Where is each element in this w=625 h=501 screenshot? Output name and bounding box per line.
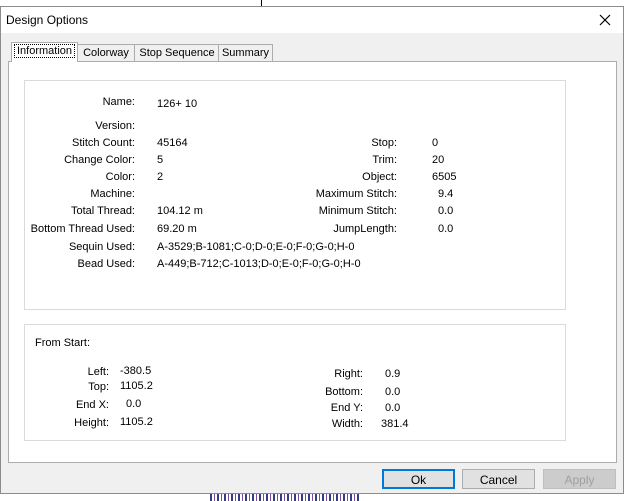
stitch-count-value: 45164 xyxy=(157,137,188,149)
close-icon xyxy=(599,14,611,26)
color-value: 2 xyxy=(157,171,164,183)
design-info-group: Name: 126+ 10 Version: Stitch Count: 451… xyxy=(24,80,566,310)
end-y-value: 0.0 xyxy=(385,402,401,414)
jump-length-label: JumpLength: xyxy=(333,223,397,235)
tab-stop-sequence[interactable]: Stop Sequence xyxy=(134,44,220,61)
color-label: Color: xyxy=(105,171,135,183)
information-panel: Name: 126+ 10 Version: Stitch Count: 451… xyxy=(8,61,617,463)
sequin-used-value: A-3529;B-1081;C-0;D-0;E-0;F-0;G-0;H-0 xyxy=(157,241,355,253)
maximum-stitch-label: Maximum Stitch: xyxy=(315,188,397,200)
total-thread-value: 104.12 m xyxy=(157,205,203,217)
top-label: Top: xyxy=(88,381,109,393)
width-value: 381.4 xyxy=(381,418,409,430)
background-embroidery-preview xyxy=(210,494,360,501)
bottom-label: Bottom: xyxy=(325,386,363,398)
ok-button[interactable]: Ok xyxy=(382,469,455,489)
dialog-title: Design Options xyxy=(6,13,89,27)
name-value: 126+ 10 xyxy=(157,98,198,110)
close-button[interactable] xyxy=(595,10,615,30)
sequin-used-label: Sequin Used: xyxy=(68,241,135,253)
tab-information[interactable]: Information xyxy=(11,42,78,62)
cancel-button[interactable]: Cancel xyxy=(462,469,535,489)
left-value: -380.5 xyxy=(120,365,152,377)
object-value: 6505 xyxy=(432,171,457,183)
end-x-value: 0.0 xyxy=(126,398,142,410)
tab-summary[interactable]: Summary xyxy=(218,44,273,61)
left-label: Left: xyxy=(87,366,109,378)
bottom-thread-value: 69.20 m xyxy=(157,223,197,235)
end-y-label: End Y: xyxy=(330,402,363,414)
bottom-value: 0.0 xyxy=(385,386,401,398)
object-label: Object: xyxy=(362,171,397,183)
title-bar: Design Options xyxy=(1,7,623,33)
bottom-thread-label: Bottom Thread Used: xyxy=(30,223,135,235)
top-value: 1105.2 xyxy=(120,380,153,392)
total-thread-label: Total Thread: xyxy=(70,205,135,217)
apply-button[interactable]: Apply xyxy=(543,469,616,489)
from-start-title: From Start: xyxy=(35,337,91,349)
maximum-stitch-value: 9.4 xyxy=(438,188,454,200)
stop-label: Stop: xyxy=(371,137,397,149)
trim-value: 20 xyxy=(432,154,445,166)
minimum-stitch-label: Minimum Stitch: xyxy=(318,205,397,217)
stitch-count-label: Stitch Count: xyxy=(72,137,135,149)
design-options-dialog: Design Options Information Colorway Stop… xyxy=(0,6,624,494)
change-color-value: 5 xyxy=(157,154,164,166)
from-start-group: From Start: Left: -380.5 Top: 1105.2 End… xyxy=(24,324,566,441)
end-x-label: End X: xyxy=(75,399,109,411)
trim-label: Trim: xyxy=(372,154,397,166)
bead-used-label: Bead Used: xyxy=(77,258,135,270)
version-label: Version: xyxy=(95,120,135,132)
tab-colorway[interactable]: Colorway xyxy=(76,44,136,61)
name-label: Name: xyxy=(102,96,135,108)
width-label: Width: xyxy=(331,418,363,430)
bead-used-value: A-449;B-712;C-1013;D-0;E-0;F-0;G-0;H-0 xyxy=(157,258,361,270)
machine-label: Machine: xyxy=(90,188,135,200)
right-value: 0.9 xyxy=(385,368,401,380)
right-label: Right: xyxy=(334,368,363,380)
stop-value: 0 xyxy=(432,137,439,149)
minimum-stitch-value: 0.0 xyxy=(438,205,454,217)
height-label: Height: xyxy=(74,417,109,429)
change-color-label: Change Color: xyxy=(64,154,135,166)
height-value: 1105.2 xyxy=(120,416,153,428)
jump-length-value: 0.0 xyxy=(438,223,454,235)
